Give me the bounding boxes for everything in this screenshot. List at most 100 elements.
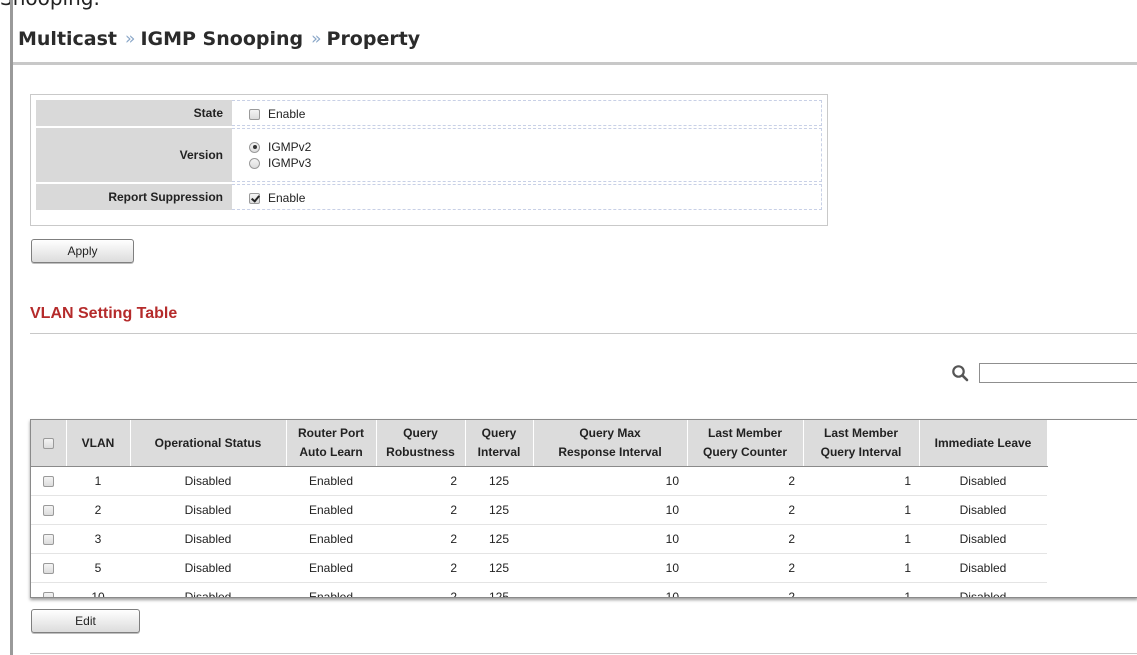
row-select-cell [31, 524, 66, 554]
column-header-immediate-leave[interactable]: Immediate Leave [919, 420, 1048, 467]
row-checkbox[interactable] [43, 562, 54, 574]
table-cell: Disabled [130, 524, 286, 554]
search-icon[interactable] [951, 364, 969, 382]
table-cell: 10 [533, 495, 687, 525]
state-enable-option[interactable]: Enable [249, 107, 305, 121]
apply-button[interactable]: Apply [31, 239, 134, 263]
table-row[interactable]: 5 Disabled Enabled 2 125 10 2 1 Disabled [31, 553, 1047, 583]
table-cell: Disabled [919, 524, 1047, 554]
state-enable-label: Enable [268, 107, 306, 121]
igmpv2-radio[interactable] [249, 141, 260, 153]
state-field: Enable [232, 100, 822, 126]
table-header-row: VLAN Operational Status Router Port Auto … [31, 420, 1048, 467]
version-field: IGMPv2 IGMPv3 [232, 128, 822, 182]
breadcrumb: Multicast » IGMP Snooping » Property [18, 24, 420, 54]
igmpv2-label: IGMPv2 [268, 140, 312, 154]
table-row[interactable]: 10 Disabled Enabled 2 125 10 2 1 Disabled [31, 582, 1047, 597]
table-row[interactable]: 2 Disabled Enabled 2 125 10 2 1 Disabled [31, 495, 1047, 525]
table-cell: Disabled [919, 495, 1047, 525]
table-cell: 5 [66, 553, 130, 583]
table-cell: 125 [465, 495, 533, 525]
table-cell: 2 [687, 524, 803, 554]
edit-button[interactable]: Edit [31, 609, 140, 633]
table-cell: 1 [803, 495, 919, 525]
table-cell: 1 [803, 553, 919, 583]
table-row[interactable]: 1 Disabled Enabled 2 125 10 2 1 Disabled [31, 466, 1047, 496]
version-label: Version [36, 128, 232, 182]
table-cell: 3 [66, 524, 130, 554]
select-all-cell [31, 420, 67, 467]
row-checkbox[interactable] [43, 475, 54, 487]
table-cell: 2 [66, 495, 130, 525]
column-header-vlan[interactable]: VLAN [66, 420, 131, 467]
table-cell: 125 [465, 582, 533, 597]
row-select-cell [31, 466, 66, 496]
table-cell: 2 [376, 553, 465, 583]
table-cell: 1 [803, 466, 919, 496]
version-option-igmpv2[interactable]: IGMPv2 [249, 140, 311, 154]
row-checkbox[interactable] [43, 504, 54, 516]
table-cell: 125 [465, 553, 533, 583]
igmpv3-radio[interactable] [249, 157, 260, 169]
row-select-cell [31, 495, 66, 525]
table-cell: Enabled [286, 524, 376, 554]
row-select-cell [31, 582, 66, 597]
breadcrumb-property: Property [326, 28, 421, 50]
table-cell: 10 [533, 466, 687, 496]
table-cell: Disabled [919, 553, 1047, 583]
igmpv3-label: IGMPv3 [268, 156, 312, 170]
version-option-igmpv3[interactable]: IGMPv3 [249, 156, 311, 170]
breadcrumb-separator-icon: » [311, 29, 322, 49]
table-cell: Disabled [130, 466, 286, 496]
row-checkbox[interactable] [43, 591, 54, 597]
report-suppression-row: Report Suppression Enable [36, 184, 822, 210]
property-form: State Enable Version IGMPv2 IGMPv3 Repor… [30, 94, 828, 226]
table-cell: 10 [533, 582, 687, 597]
state-enable-checkbox[interactable] [249, 108, 260, 120]
table-cell: 2 [376, 495, 465, 525]
top-cut-text: Snooping. [0, 0, 100, 10]
column-header-query-max-response-interval[interactable]: Query Max Response Interval [533, 420, 688, 467]
table-cell: 2 [376, 582, 465, 597]
breadcrumb-separator-icon: » [125, 29, 136, 49]
bottom-divider [30, 653, 1137, 654]
column-header-last-member-query-counter[interactable]: Last Member Query Counter [687, 420, 804, 467]
state-row: State Enable [36, 100, 822, 126]
table-cell: Disabled [130, 582, 286, 597]
row-select-cell [31, 553, 66, 583]
table-row[interactable]: 3 Disabled Enabled 2 125 10 2 1 Disabled [31, 524, 1047, 554]
report-suppression-checkbox[interactable] [249, 192, 260, 204]
column-header-last-member-query-interval[interactable]: Last Member Query Interval [803, 420, 920, 467]
table-cell: 10 [66, 582, 130, 597]
table-cell: Disabled [130, 495, 286, 525]
vlan-setting-table-title: VLAN Setting Table [30, 305, 178, 322]
column-header-query-robustness[interactable]: Query Robustness [376, 420, 466, 467]
select-all-checkbox[interactable] [42, 437, 54, 449]
table-cell: 1 [803, 524, 919, 554]
table-cell: 125 [465, 466, 533, 496]
column-header-operational-status[interactable]: Operational Status [130, 420, 287, 467]
table-cell: Enabled [286, 582, 376, 597]
row-checkbox[interactable] [43, 533, 54, 545]
column-header-router-port-auto-learn[interactable]: Router Port Auto Learn [286, 420, 377, 467]
table-cell: 10 [533, 524, 687, 554]
table-cell: Enabled [286, 466, 376, 496]
table-cell: 2 [376, 524, 465, 554]
section-divider [30, 333, 1137, 334]
report-suppression-enable-label: Enable [268, 191, 306, 205]
report-suppression-enable-option[interactable]: Enable [249, 191, 305, 205]
column-header-query-interval[interactable]: Query Interval [465, 420, 534, 467]
table-cell: Disabled [130, 553, 286, 583]
header-divider [13, 62, 1137, 65]
search-input[interactable] [979, 363, 1137, 383]
table-cell: 2 [687, 582, 803, 597]
breadcrumb-multicast: Multicast [18, 28, 118, 50]
table-cell: 1 [66, 466, 130, 496]
report-suppression-label: Report Suppression [36, 184, 232, 210]
table-cell: 1 [803, 582, 919, 597]
report-suppression-field: Enable [232, 184, 822, 210]
table-cell: Enabled [286, 495, 376, 525]
table-cell: 2 [376, 466, 465, 496]
table-cell: 2 [687, 553, 803, 583]
table-cell: Enabled [286, 553, 376, 583]
